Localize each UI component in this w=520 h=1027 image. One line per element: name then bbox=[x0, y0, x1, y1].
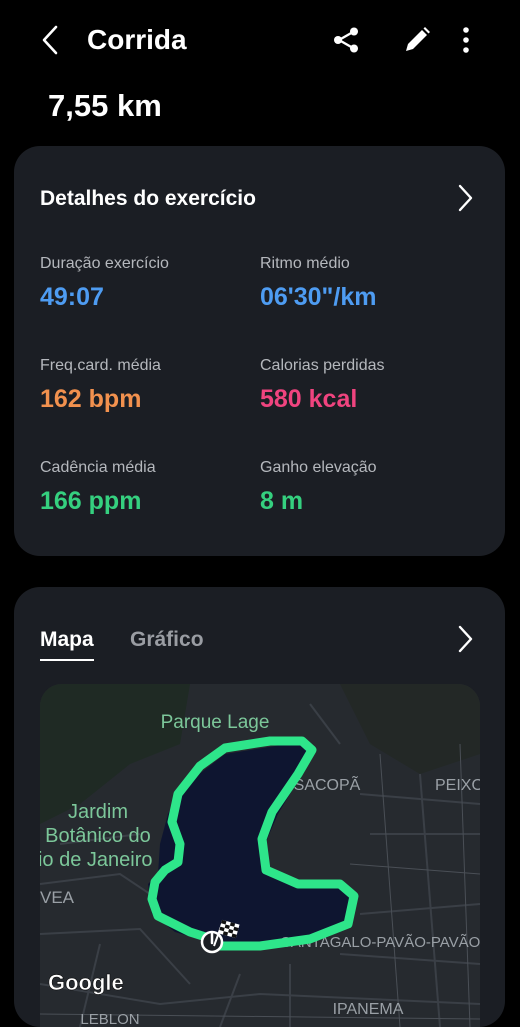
label-jardim-1: Jardim bbox=[68, 801, 128, 823]
map-canvas: Parque Lage SACOPÃ PEIXO Jardim Botânico… bbox=[40, 684, 480, 1027]
stat-heart-rate: Freq.card. média 162 bpm bbox=[40, 356, 161, 414]
total-distance: 7,55 km bbox=[48, 88, 162, 123]
label-leblon: LEBLON bbox=[80, 1011, 139, 1027]
label-ipanema: IPANEMA bbox=[333, 1001, 404, 1018]
share-button[interactable] bbox=[330, 24, 362, 56]
route-map[interactable]: Parque Lage SACOPÃ PEIXO Jardim Botânico… bbox=[40, 684, 480, 1027]
exercise-details-card[interactable]: Detalhes do exercício Duração exercício … bbox=[14, 146, 505, 556]
google-logo: Google bbox=[48, 970, 124, 995]
stat-pace: Ritmo médio 06'30"/km bbox=[260, 254, 377, 312]
details-chevron-button[interactable] bbox=[455, 182, 475, 214]
tab-mapa[interactable]: Mapa bbox=[40, 627, 94, 661]
stat-value: 8 m bbox=[260, 487, 304, 515]
label-jardim-2: Botânico do bbox=[45, 825, 151, 847]
map-chevron-button[interactable] bbox=[455, 623, 475, 655]
stat-label: Ganho elevação bbox=[260, 459, 377, 476]
chevron-right-icon bbox=[458, 184, 473, 212]
pencil-icon bbox=[406, 27, 430, 51]
stat-duration: Duração exercício 49:07 bbox=[40, 254, 169, 312]
details-title: Detalhes do exercício bbox=[40, 187, 256, 210]
stat-value: 166 ppm bbox=[40, 487, 142, 515]
chevron-right-icon bbox=[458, 625, 473, 653]
stat-cadence: Cadência média 166 ppm bbox=[40, 458, 156, 516]
page-title: Corrida bbox=[87, 24, 187, 55]
share-icon bbox=[334, 27, 358, 53]
stat-calories: Calorias perdidas 580 kcal bbox=[260, 356, 385, 414]
back-button[interactable] bbox=[36, 22, 66, 58]
label-gavea: VEA bbox=[40, 888, 75, 907]
more-options-button[interactable] bbox=[452, 24, 480, 56]
tab-grafico[interactable]: Gráfico bbox=[130, 627, 204, 653]
map-card: Mapa Gráfico Parque Lage SACOPÃ PEIXO Ja… bbox=[14, 587, 505, 1027]
label-parque-lage: Parque Lage bbox=[161, 712, 270, 733]
stat-label: Duração exercício bbox=[40, 255, 169, 272]
more-vertical-icon bbox=[463, 27, 469, 53]
stat-value: 06'30"/km bbox=[260, 283, 377, 311]
edit-button[interactable] bbox=[401, 24, 433, 56]
stat-label: Cadência média bbox=[40, 459, 156, 476]
label-jardim-3: Rio de Janeiro bbox=[40, 849, 152, 871]
stat-label: Ritmo médio bbox=[260, 255, 350, 272]
stat-value: 162 bpm bbox=[40, 385, 142, 413]
label-sacopa: SACOPÃ bbox=[294, 774, 361, 794]
chevron-left-icon bbox=[42, 25, 58, 55]
top-app-bar: Corrida bbox=[0, 0, 520, 80]
stat-elevation: Ganho elevação 8 m bbox=[260, 458, 377, 516]
stat-label: Calorias perdidas bbox=[260, 357, 385, 374]
stat-value: 49:07 bbox=[40, 283, 104, 311]
label-peixoto: PEIXO bbox=[435, 777, 480, 794]
stat-label: Freq.card. média bbox=[40, 357, 161, 374]
stat-value: 580 kcal bbox=[260, 385, 358, 413]
